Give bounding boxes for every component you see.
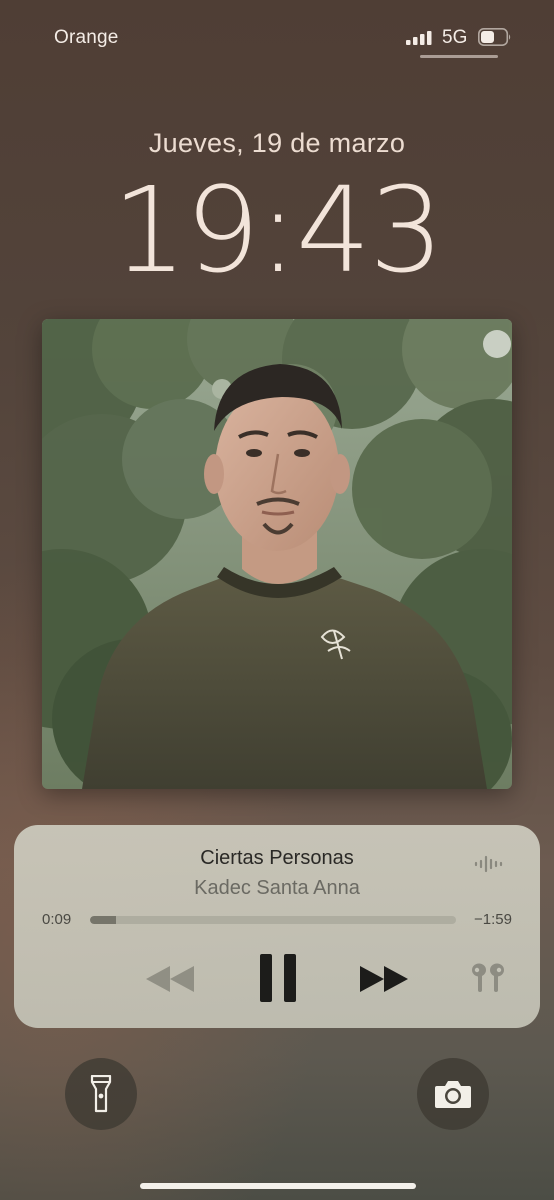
camera-button[interactable] (417, 1058, 489, 1130)
playback-scrubber[interactable] (90, 916, 456, 924)
rewind-button[interactable] (142, 961, 198, 997)
album-artwork[interactable] (42, 319, 512, 789)
elapsed-time: 0:09 (42, 911, 72, 928)
now-playing-widget[interactable]: Ciertas Personas Kadec Santa Anna 0:09 −… (14, 825, 540, 1028)
signal-bars-icon (406, 31, 432, 45)
playback-progress-fill (90, 916, 116, 924)
fast-forward-icon (360, 966, 408, 992)
pause-icon (260, 954, 296, 1002)
network-type: 5G (442, 27, 468, 48)
waveform-icon[interactable] (474, 855, 506, 873)
home-indicator[interactable] (140, 1183, 416, 1189)
remaining-time: −1:59 (474, 911, 512, 928)
lock-screen-time: 19:43 (111, 161, 444, 299)
status-indicator-bar (420, 55, 498, 58)
track-artist[interactable]: Kadec Santa Anna (14, 877, 540, 900)
album-artwork-image (42, 319, 512, 789)
airplay-output-button[interactable] (466, 961, 510, 995)
airpods-icon (472, 963, 504, 992)
track-title[interactable]: Ciertas Personas (14, 847, 540, 870)
lock-screen-date: Jueves, 19 de marzo (148, 128, 406, 158)
flashlight-button[interactable] (65, 1058, 137, 1130)
fast-forward-button[interactable] (356, 961, 412, 997)
pause-button[interactable] (256, 953, 300, 1003)
camera-icon (435, 1081, 471, 1108)
flashlight-icon (90, 1075, 112, 1113)
battery-icon (478, 28, 511, 46)
carrier-name: Orange (54, 27, 119, 48)
rewind-icon (146, 966, 194, 992)
